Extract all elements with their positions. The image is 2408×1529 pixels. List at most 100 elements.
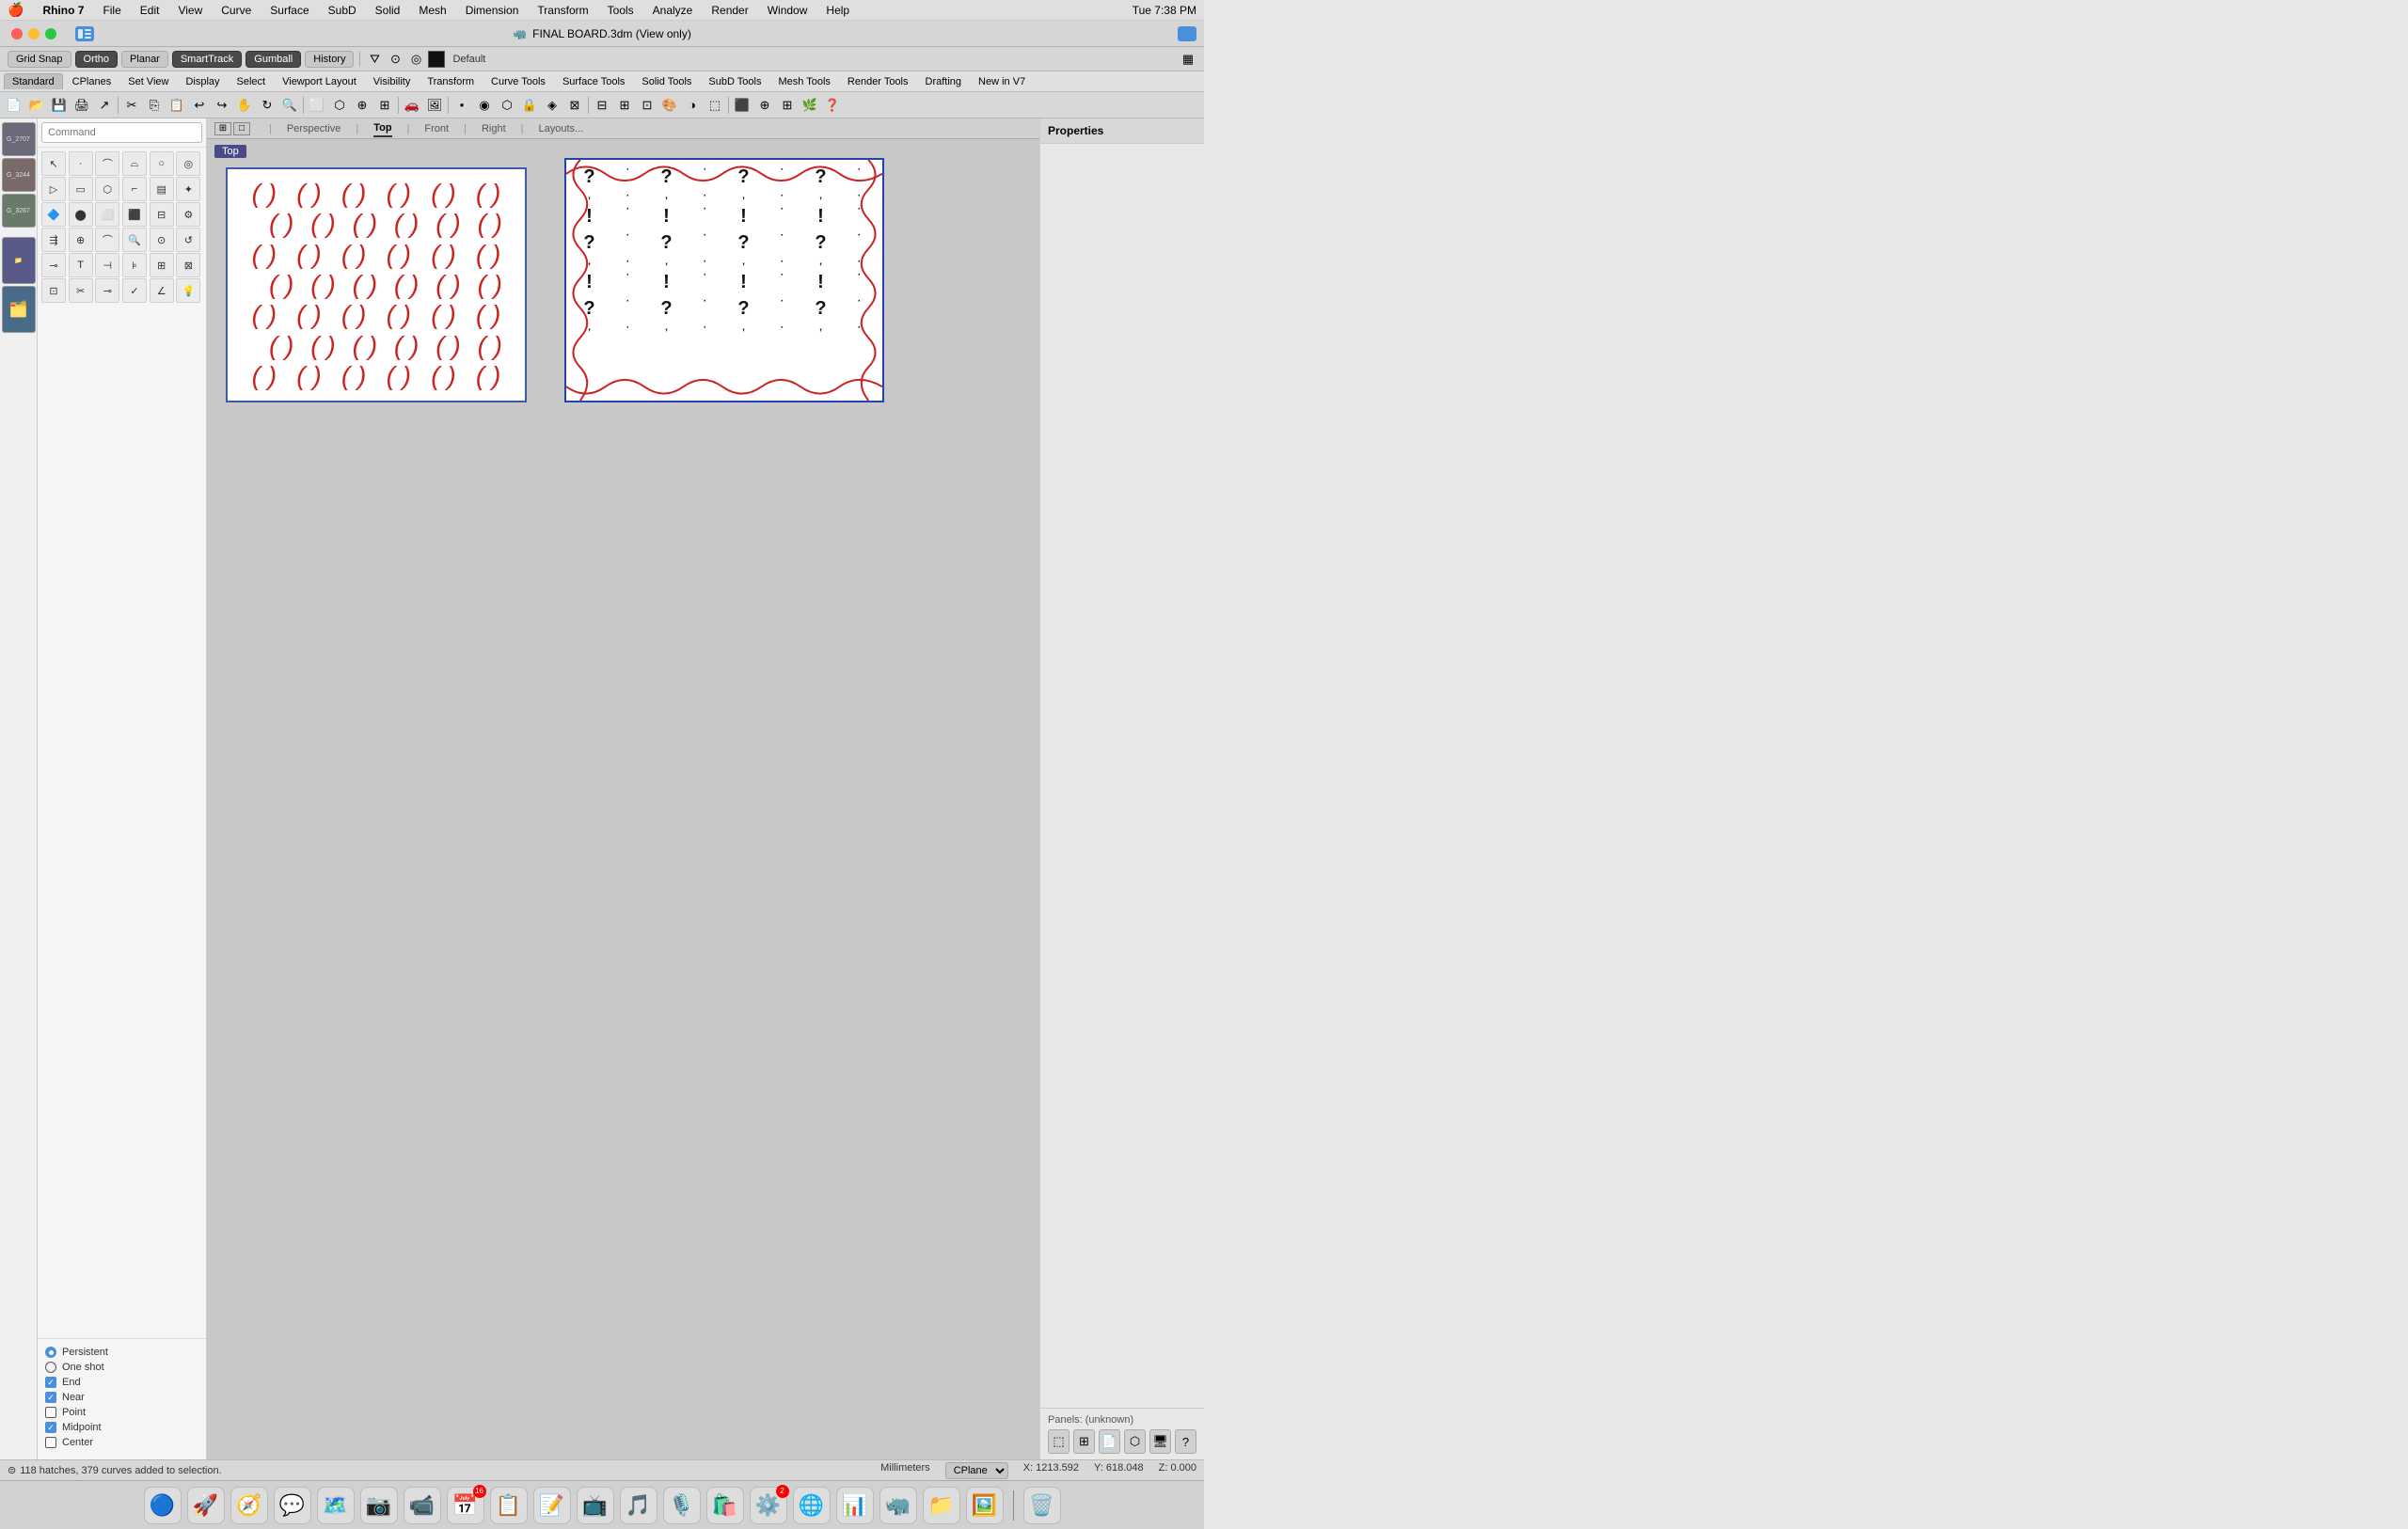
- color-swatch[interactable]: [428, 51, 445, 68]
- center-checkbox[interactable]: [45, 1437, 56, 1448]
- layout-toggle-icon[interactable]: ▦: [1180, 51, 1196, 68]
- star-tool[interactable]: ✦: [176, 177, 200, 201]
- thumbnail-1[interactable]: G_2707: [2, 122, 36, 156]
- subd-menu[interactable]: SubD: [325, 4, 360, 17]
- viewport-grid-icon[interactable]: ⊞: [214, 122, 231, 135]
- gumball-button[interactable]: Gumball: [246, 51, 301, 68]
- snap-proj-icon[interactable]: ◉: [474, 95, 495, 116]
- dock-powerpoint[interactable]: 📊: [836, 1487, 874, 1524]
- maximize-button[interactable]: [45, 28, 56, 39]
- check-tool[interactable]: ✓: [122, 278, 147, 303]
- angle-tool[interactable]: ∠: [150, 278, 174, 303]
- arc-tool[interactable]: ↺: [176, 228, 200, 252]
- gear-tool[interactable]: ⚙: [176, 202, 200, 227]
- copy-icon[interactable]: ⎘: [144, 95, 165, 116]
- dock-chrome[interactable]: 🌐: [793, 1487, 831, 1524]
- layers-panel-icon[interactable]: ⬚: [1048, 1429, 1069, 1454]
- nurbs-tool[interactable]: ⌓: [122, 151, 147, 176]
- dock-preview[interactable]: 🖼️: [966, 1487, 1004, 1524]
- dock-appstore[interactable]: 🛍️: [706, 1487, 744, 1524]
- mesh-menu[interactable]: Mesh: [415, 4, 450, 17]
- osnap-icon[interactable]: ◈: [542, 95, 562, 116]
- print-icon[interactable]: 🖨: [71, 95, 92, 116]
- help-panel-icon[interactable]: ?: [1175, 1429, 1196, 1454]
- dock-calendar[interactable]: 📅 16: [447, 1487, 484, 1524]
- dock-rhino[interactable]: 🦏: [879, 1487, 917, 1524]
- left-sidebar-toggle[interactable]: [75, 26, 94, 41]
- rotate-icon[interactable]: ↻: [257, 95, 277, 116]
- tab-subd-tools[interactable]: SubD Tools: [701, 74, 768, 89]
- dock-notes[interactable]: 📝: [533, 1487, 571, 1524]
- undo-icon[interactable]: ↩: [189, 95, 210, 116]
- minimize-button[interactable]: [28, 28, 40, 39]
- render-icon[interactable]: 🖼: [424, 95, 445, 116]
- color-icon[interactable]: 🎨: [659, 95, 680, 116]
- surface-tool[interactable]: ⊟: [150, 202, 174, 227]
- camera-icon[interactable]: ⊙: [387, 51, 404, 68]
- dock-stickies[interactable]: 📋: [490, 1487, 528, 1524]
- blend-tool[interactable]: ⊸: [41, 253, 66, 277]
- grasshopper-icon[interactable]: 🌿: [800, 95, 820, 116]
- history-button[interactable]: History: [305, 51, 354, 68]
- dock-maps[interactable]: 🗺️: [317, 1487, 355, 1524]
- shaded-icon[interactable]: 🚗: [402, 95, 422, 116]
- select-tool[interactable]: ↖: [41, 151, 66, 176]
- box-tool[interactable]: 🔷: [41, 202, 66, 227]
- tab-new-v7[interactable]: New in V7: [971, 74, 1033, 89]
- tab-render-tools[interactable]: Render Tools: [840, 74, 916, 89]
- save-icon[interactable]: 💾: [49, 95, 70, 116]
- object-properties-icon[interactable]: ⊞: [1073, 1429, 1095, 1454]
- text-tool[interactable]: T: [69, 253, 93, 277]
- persistent-radio[interactable]: [45, 1347, 56, 1358]
- app-name-menu[interactable]: Rhino 7: [39, 4, 87, 17]
- thumbnail-3[interactable]: G_3267: [2, 194, 36, 228]
- point-checkbox[interactable]: [45, 1407, 56, 1418]
- make2d-icon[interactable]: ⊡: [637, 95, 657, 116]
- vp-tab-front[interactable]: Front: [424, 121, 449, 136]
- apple-menu[interactable]: 🍎: [8, 2, 24, 18]
- surface-menu[interactable]: Surface: [266, 4, 312, 17]
- export-icon[interactable]: ↗: [94, 95, 115, 116]
- end-checkbox[interactable]: [45, 1377, 56, 1388]
- tab-mesh-tools[interactable]: Mesh Tools: [770, 74, 837, 89]
- loop-sel[interactable]: ⬡: [95, 177, 119, 201]
- analyze-menu[interactable]: Analyze: [649, 4, 697, 17]
- command-input[interactable]: [41, 122, 202, 143]
- redo-icon[interactable]: ↪: [212, 95, 232, 116]
- polyline-tool[interactable]: ⌒: [95, 151, 119, 176]
- lock-icon[interactable]: 🔒: [519, 95, 540, 116]
- mirror-tool[interactable]: ⊧: [122, 253, 147, 277]
- tab-viewport-layout[interactable]: Viewport Layout: [275, 74, 364, 89]
- sub-select[interactable]: ◎: [176, 151, 200, 176]
- vp-tab-top[interactable]: Top: [373, 120, 391, 137]
- tab-curve-tools[interactable]: Curve Tools: [483, 74, 553, 89]
- tab-visibility[interactable]: Visibility: [366, 74, 419, 89]
- render-menu[interactable]: Render: [707, 4, 752, 17]
- planar-button[interactable]: Planar: [121, 51, 168, 68]
- dock-file-manager[interactable]: 📁: [923, 1487, 960, 1524]
- window-menu[interactable]: Window: [764, 4, 812, 17]
- tab-standard[interactable]: Standard: [4, 73, 63, 89]
- group-icon[interactable]: ⊟: [592, 95, 612, 116]
- dimension-menu[interactable]: Dimension: [462, 4, 523, 17]
- record-icon[interactable]: ◎: [407, 51, 424, 68]
- dock-facetime[interactable]: 📹: [404, 1487, 441, 1524]
- rect-sel[interactable]: ▭: [69, 177, 93, 201]
- split-tool[interactable]: ⊸: [95, 278, 119, 303]
- near-checkbox[interactable]: [45, 1392, 56, 1403]
- offset-crv[interactable]: ⊣: [95, 253, 119, 277]
- file-menu[interactable]: File: [99, 4, 124, 17]
- surface-analysis-icon[interactable]: ◑: [682, 95, 703, 116]
- transform2-icon[interactable]: ⊞: [777, 95, 798, 116]
- viewport[interactable]: Top ( ) ( ) ( ) ( ) ( ) ( ) ( ) ( ): [207, 139, 1039, 1459]
- cplane-dropdown[interactable]: CPlane: [945, 1462, 1008, 1479]
- vp-tab-layouts[interactable]: Layouts...: [539, 121, 584, 136]
- corner-tool[interactable]: ⌐: [122, 177, 147, 201]
- snap-to-mesh-icon[interactable]: ⬡: [497, 95, 517, 116]
- dock-messages[interactable]: 💬: [274, 1487, 311, 1524]
- vp-tab-right[interactable]: Right: [482, 121, 506, 136]
- view-menu[interactable]: View: [174, 4, 206, 17]
- help-menu[interactable]: Help: [822, 4, 853, 17]
- tab-drafting[interactable]: Drafting: [918, 74, 970, 89]
- smarttrack-button[interactable]: SmartTrack: [172, 51, 242, 68]
